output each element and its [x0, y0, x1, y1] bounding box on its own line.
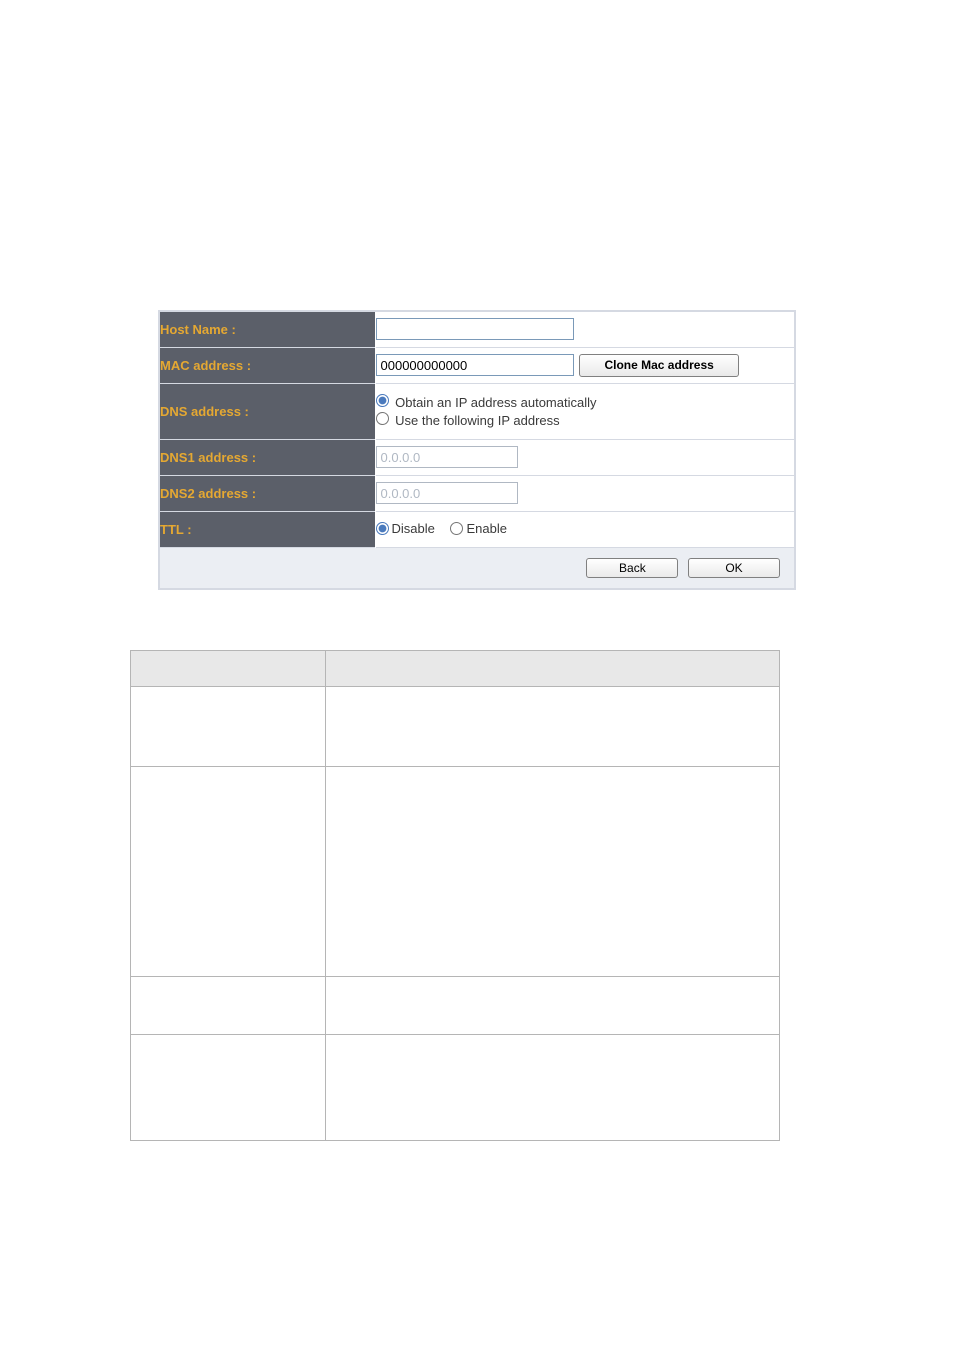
mac-address-input[interactable] — [376, 354, 574, 376]
clone-mac-button[interactable]: Clone Mac address — [579, 354, 739, 377]
host-name-row: Host Name : — [159, 311, 795, 347]
dns-address-row: DNS address : Obtain an IP address autom… — [159, 383, 795, 439]
desc-param-cell — [131, 686, 326, 766]
desc-param-cell — [131, 766, 326, 976]
ttl-enable-label: Enable — [466, 521, 506, 536]
desc-desc-cell — [326, 976, 780, 1034]
ttl-enable-option[interactable]: Enable — [450, 521, 506, 536]
desc-header-desc — [326, 650, 780, 686]
dns-auto-label: Obtain an IP address automatically — [395, 395, 596, 410]
ok-button[interactable]: OK — [688, 558, 780, 578]
dns-manual-radio[interactable] — [376, 412, 389, 425]
dns-auto-radio[interactable] — [376, 394, 389, 407]
desc-row — [131, 1034, 780, 1140]
desc-param-cell — [131, 976, 326, 1034]
back-button[interactable]: Back — [586, 558, 678, 578]
desc-row — [131, 976, 780, 1034]
ttl-enable-radio[interactable] — [450, 522, 463, 535]
host-name-label: Host Name : — [159, 311, 375, 347]
desc-desc-cell — [326, 766, 780, 976]
ttl-row: TTL : Disable Enable — [159, 511, 795, 547]
dns-manual-option[interactable]: Use the following IP address — [376, 412, 795, 428]
dns1-label: DNS1 address : — [159, 439, 375, 475]
ttl-label: TTL : — [159, 511, 375, 547]
desc-header-row — [131, 650, 780, 686]
dns-address-label: DNS address : — [159, 383, 375, 439]
desc-param-cell — [131, 1034, 326, 1140]
dns1-input[interactable] — [376, 446, 518, 468]
dns-manual-label: Use the following IP address — [395, 413, 560, 428]
host-name-input[interactable] — [376, 318, 574, 340]
dns2-row: DNS2 address : — [159, 475, 795, 511]
ttl-disable-label: Disable — [392, 521, 435, 536]
mac-address-row: MAC address : Clone Mac address — [159, 347, 795, 383]
ttl-disable-option[interactable]: Disable — [376, 521, 435, 536]
desc-header-param — [131, 650, 326, 686]
mac-address-label: MAC address : — [159, 347, 375, 383]
footer-row: Back OK — [159, 547, 795, 589]
dns2-input[interactable] — [376, 482, 518, 504]
network-config-table: Host Name : MAC address : Clone Mac addr… — [158, 310, 796, 590]
dns1-row: DNS1 address : — [159, 439, 795, 475]
desc-desc-cell — [326, 686, 780, 766]
ttl-disable-radio[interactable] — [376, 522, 389, 535]
dns-auto-option[interactable]: Obtain an IP address automatically — [376, 394, 795, 410]
desc-row — [131, 686, 780, 766]
desc-row — [131, 766, 780, 976]
dns2-label: DNS2 address : — [159, 475, 375, 511]
desc-desc-cell — [326, 1034, 780, 1140]
description-table — [130, 650, 780, 1141]
